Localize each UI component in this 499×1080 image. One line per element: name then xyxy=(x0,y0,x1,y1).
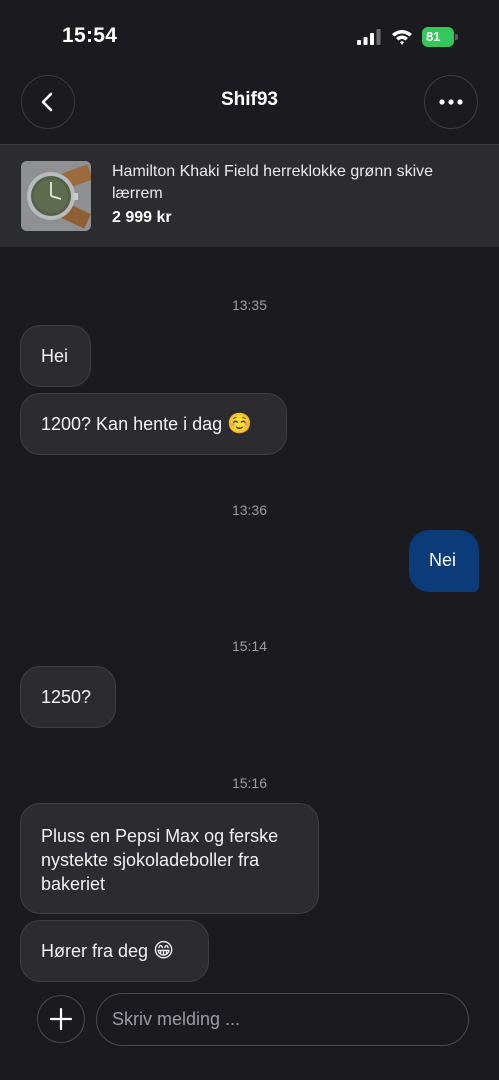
ellipsis-icon xyxy=(439,99,463,105)
status-time: 15:54 xyxy=(62,24,118,47)
message-text: 1250? xyxy=(41,687,92,707)
incoming-message: 1200? Kan hente i dag ☺️ xyxy=(20,393,287,455)
status-bar: 15:54 81 xyxy=(0,0,499,72)
timestamp: 15:16 xyxy=(231,775,268,791)
incoming-message: Pluss en Pepsi Max og ferske nystekte sj… xyxy=(20,803,319,914)
message-text: Hører fra deg xyxy=(41,941,149,961)
wifi-icon xyxy=(392,30,412,45)
listing-thumbnail xyxy=(21,161,91,231)
message-input[interactable]: Skriv melding ... xyxy=(96,993,469,1046)
timestamp: 13:35 xyxy=(231,297,268,313)
chat-header: Shif93 xyxy=(0,72,499,142)
message-text: Nei xyxy=(429,550,457,570)
signal-icon xyxy=(357,29,381,45)
listing-card[interactable]: Hamilton Khaki Field herreklokke grønn s… xyxy=(0,144,499,247)
more-options-button[interactable] xyxy=(424,75,478,129)
incoming-message: Hører fra deg 😁 xyxy=(20,920,209,982)
plus-icon xyxy=(49,1007,73,1031)
battery-level: 81 xyxy=(422,27,454,47)
add-attachment-button[interactable] xyxy=(37,995,85,1043)
timestamp: 13:36 xyxy=(231,502,268,518)
message-text: Pluss en Pepsi Max og ferske nystekte sj… xyxy=(41,826,279,894)
message-text: Hei xyxy=(41,346,69,366)
listing-price: 2 999 kr xyxy=(112,209,172,226)
timestamp: 15:14 xyxy=(231,638,268,654)
grinning-face-emoji: 😁 xyxy=(153,940,174,962)
watch-image xyxy=(21,161,91,231)
incoming-message: 1250? xyxy=(20,666,116,728)
battery-indicator: 81 xyxy=(422,27,458,47)
battery-cap xyxy=(455,34,458,40)
outgoing-message: Nei xyxy=(409,530,479,592)
message-text: 1200? Kan hente i dag xyxy=(41,414,223,434)
message-input-placeholder: Skriv melding ... xyxy=(112,1009,241,1029)
listing-title: Hamilton Khaki Field herreklokke grønn s… xyxy=(112,163,434,202)
incoming-message: Hei xyxy=(20,325,91,387)
smiling-face-emoji: ☺️ xyxy=(227,413,253,435)
